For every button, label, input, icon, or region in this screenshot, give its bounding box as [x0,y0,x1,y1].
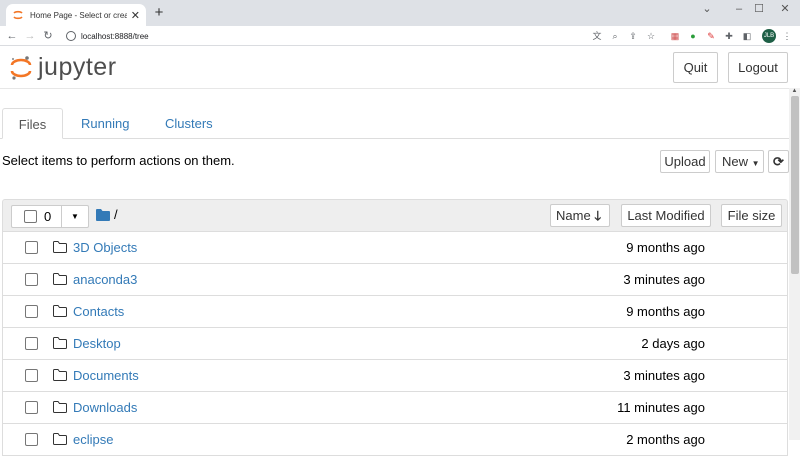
row-checkbox[interactable] [25,305,38,318]
refresh-button[interactable]: ⟳ [768,150,789,173]
sort-name-label: Name [556,208,591,223]
file-list-header: 0 ▼ / Name 🡓 Last Modified File size [2,199,788,232]
caret-down-icon: ▼ [751,159,760,168]
arrow-down-icon: 🡓 [594,208,602,223]
file-modified-time: 9 months ago [626,304,705,319]
zoom-icon[interactable]: ⌕ [608,29,622,43]
profile-avatar[interactable]: JLB [762,29,776,43]
folder-outline-icon [53,401,67,413]
jupyter-header: jupyter Quit Logout [0,47,789,89]
evernote-extension-icon[interactable]: ● [686,29,700,43]
row-checkbox[interactable] [25,241,38,254]
scrollbar-thumb[interactable] [791,96,799,274]
file-list-row[interactable]: Documents 3 minutes ago [2,360,788,392]
tab-search-icon[interactable]: ⌄ [692,0,722,18]
reload-icon[interactable]: ↻ [40,26,56,46]
browser-toolbar: ← → ↻ localhost:8888/tree 文 ⌕ ⇪ ☆ ▦ ● ✎ … [0,26,800,46]
quit-button[interactable]: Quit [673,52,718,83]
translate-icon[interactable]: 文 [590,29,604,43]
file-name-link[interactable]: Downloads [73,400,137,415]
folder-icon[interactable] [96,209,110,221]
address-url[interactable]: localhost:8888/tree [81,32,149,41]
site-info-icon[interactable] [66,31,76,41]
window-close-icon[interactable]: ✕ [770,0,800,18]
folder-outline-icon [53,241,67,253]
tab-clusters[interactable]: Clusters [165,108,213,139]
file-list-row[interactable]: Contacts 9 months ago [2,296,788,328]
file-list-row[interactable]: anaconda3 3 minutes ago [2,264,788,296]
file-list-row[interactable]: Desktop 2 days ago [2,328,788,360]
tab-bar: Files Running Clusters [0,108,789,139]
jupyter-favicon-icon [13,10,23,20]
row-checkbox[interactable] [25,337,38,350]
browser-tabstrip: Home Page - Select or create a ✕ + ⌄ – ☐… [0,0,800,26]
new-tab-button[interactable]: + [151,4,167,22]
file-modified-time: 2 days ago [641,336,705,351]
color-picker-extension-icon[interactable]: ✎ [704,29,718,43]
logout-button[interactable]: Logout [728,52,788,83]
jupyter-logo-text: jupyter [38,53,117,81]
folder-outline-icon [53,337,67,349]
select-instructions: Select items to perform actions on them. [2,153,235,168]
refresh-icon: ⟳ [773,154,784,169]
browser-menu-icon[interactable]: ⋮ [780,29,794,43]
upload-button[interactable]: Upload [660,150,710,173]
tab-running[interactable]: Running [81,108,129,139]
select-all-group[interactable]: 0 ▼ [11,205,89,228]
sort-file-size-button[interactable]: File size [721,204,782,227]
folder-outline-icon [53,433,67,445]
file-name-link[interactable]: anaconda3 [73,272,137,287]
file-name-link[interactable]: Contacts [73,304,124,319]
file-modified-time: 9 months ago [626,240,705,255]
side-panel-icon[interactable]: ◧ [740,29,754,43]
file-modified-time: 3 minutes ago [623,368,705,383]
scroll-up-icon[interactable]: ▲ [789,88,800,96]
jupyter-logo[interactable]: jupyter [10,53,117,82]
file-name-link[interactable]: Desktop [73,336,121,351]
file-list-row[interactable]: eclipse 2 months ago [2,424,788,456]
folder-outline-icon [53,305,67,317]
new-dropdown-button[interactable]: New ▼ [715,150,764,173]
selected-count: 0 [44,209,52,224]
tab-close-icon[interactable]: ✕ [131,9,140,22]
current-path[interactable]: / [114,207,118,222]
row-checkbox[interactable] [25,401,38,414]
extension-grid-icon[interactable]: ▦ [668,29,682,43]
address-bar[interactable]: localhost:8888/tree [62,28,662,44]
file-list-row[interactable]: Downloads 11 minutes ago [2,392,788,424]
tab-files[interactable]: Files [2,108,63,139]
forward-arrow-icon[interactable]: → [22,26,38,46]
file-list-row[interactable]: 3D Objects 9 months ago [2,232,788,264]
back-arrow-icon[interactable]: ← [4,26,20,46]
share-icon[interactable]: ⇪ [626,29,640,43]
file-name-link[interactable]: Documents [73,368,139,383]
selection-dropdown-icon[interactable]: ▼ [62,206,88,227]
browser-tab-title: Home Page - Select or create a [30,10,127,20]
select-all-checkbox[interactable] [24,210,37,223]
sort-last-modified-button[interactable]: Last Modified [621,204,711,227]
bookmark-star-icon[interactable]: ☆ [644,29,658,43]
new-label: New [722,154,749,169]
file-modified-time: 11 minutes ago [617,400,705,415]
sort-name-button[interactable]: Name 🡓 [550,204,610,227]
row-checkbox[interactable] [25,369,38,382]
folder-outline-icon [53,273,67,285]
browser-tab[interactable]: Home Page - Select or create a ✕ [6,4,146,26]
row-checkbox[interactable] [25,273,38,286]
file-modified-time: 3 minutes ago [623,272,705,287]
file-name-link[interactable]: 3D Objects [73,240,137,255]
folder-outline-icon [53,369,67,381]
jupyter-logo-icon [10,55,32,80]
extensions-puzzle-icon[interactable]: ✚ [722,29,736,43]
